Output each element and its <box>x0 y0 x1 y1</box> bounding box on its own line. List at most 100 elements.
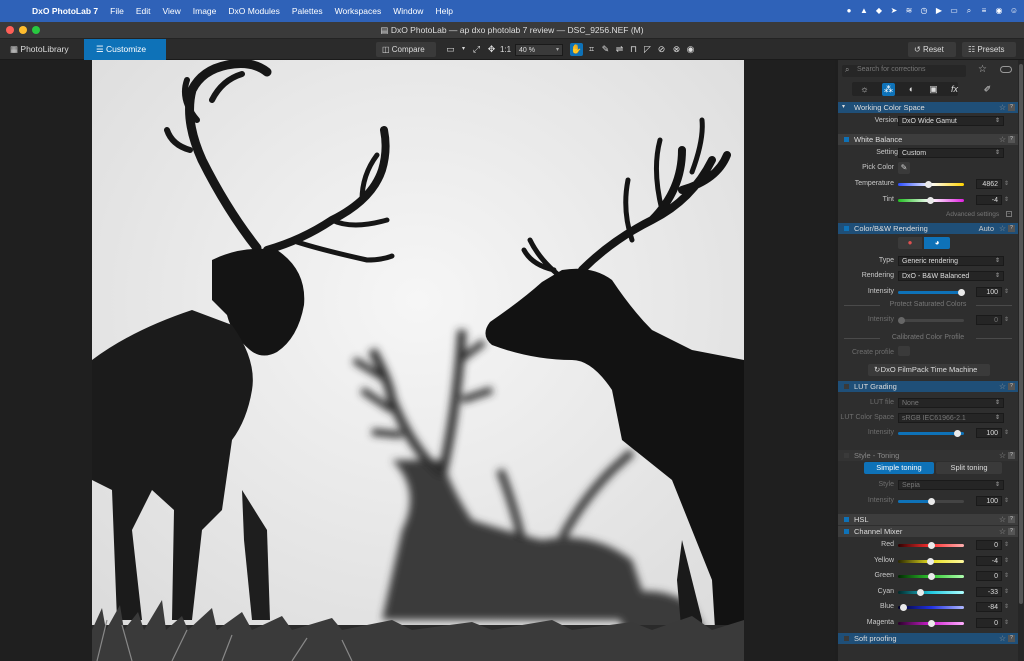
horizon-icon[interactable]: ⇌ <box>613 43 626 56</box>
drive-icon[interactable]: ▲ <box>858 5 870 17</box>
channel-value[interactable]: -4 <box>976 555 1002 566</box>
effects-icon[interactable]: fx <box>948 83 961 96</box>
search-input[interactable]: ⌕ Search for corrections <box>842 65 966 77</box>
display-mode-icon[interactable]: ▭ <box>444 43 457 56</box>
help-icon[interactable]: ? <box>1008 635 1015 642</box>
status-app-icon[interactable]: ● <box>843 5 855 17</box>
brush-icon[interactable]: ✐ <box>981 83 994 96</box>
repair-icon[interactable]: ⊘ <box>655 43 668 56</box>
help-icon[interactable]: ? <box>1008 528 1015 535</box>
menu-dxo-modules[interactable]: DxO Modules <box>222 6 286 16</box>
chevron-down-icon[interactable]: ▾ <box>457 43 470 56</box>
filmpack-time-machine-button[interactable]: ↻ DxO FilmPack Time Machine <box>868 364 990 376</box>
eyedropper-icon[interactable]: ✎ <box>898 162 910 174</box>
menu-help[interactable]: Help <box>429 6 458 16</box>
section-style-toning[interactable]: Style - Toning ☆? <box>838 450 1018 461</box>
channel-track[interactable] <box>898 590 964 594</box>
rendering-select[interactable]: DxO - B&W Balanced ⇕ <box>898 271 1004 281</box>
compare-button[interactable]: ◫ Compare <box>376 42 436 57</box>
one-to-one-button[interactable]: 1:1 <box>499 43 512 56</box>
stepper-icon[interactable]: ⇕ <box>1004 541 1009 548</box>
stepper-icon[interactable]: ⇕ <box>1004 588 1009 595</box>
shield-icon[interactable]: ◆ <box>873 5 885 17</box>
module-enabled-checkbox[interactable] <box>844 137 849 142</box>
star-icon[interactable]: ☆ <box>999 134 1006 145</box>
lut-intensity-value[interactable]: 100 <box>976 428 1002 438</box>
module-enabled-checkbox[interactable] <box>844 636 849 641</box>
stepper-icon[interactable]: ⇕ <box>1004 316 1009 323</box>
detail-icon[interactable]: ◐ <box>905 83 918 96</box>
color-mode-button[interactable]: ● <box>898 237 922 249</box>
move-icon[interactable]: ✥ <box>485 43 498 56</box>
crop-icon[interactable]: ⌗ <box>585 43 598 56</box>
stepper-icon[interactable]: ⇕ <box>1004 429 1009 436</box>
channel-slider-knob[interactable] <box>928 542 935 549</box>
protect-intensity-knob[interactable] <box>898 317 905 324</box>
channel-slider-knob[interactable] <box>928 619 935 627</box>
module-enabled-checkbox[interactable] <box>844 517 849 522</box>
star-icon[interactable]: ☆ <box>999 450 1006 461</box>
simple-toning-button[interactable]: Simple toning <box>864 462 934 474</box>
photo-canvas[interactable] <box>92 60 744 661</box>
channel-slider-knob[interactable] <box>926 557 934 565</box>
menu-workspaces[interactable]: Workspaces <box>329 6 388 16</box>
menu-view[interactable]: View <box>156 6 186 16</box>
section-hsl[interactable]: HSL ☆? <box>838 514 1018 525</box>
eyedropper-icon[interactable]: ✎ <box>599 43 612 56</box>
clock-icon[interactable]: ◷ <box>918 5 930 17</box>
section-channel-mixer[interactable]: Channel Mixer ☆? <box>838 526 1018 537</box>
stepper-icon[interactable]: ⇕ <box>1004 288 1009 295</box>
control-center-icon[interactable]: ≡ <box>978 5 990 17</box>
channel-value[interactable]: 0 <box>976 571 1002 581</box>
user-icon[interactable]: ☺ <box>1008 5 1020 17</box>
style-intensity-value[interactable]: 100 <box>976 496 1002 506</box>
fit-screen-icon[interactable]: ⤢ <box>470 43 483 56</box>
module-enabled-checkbox[interactable] <box>844 384 849 389</box>
help-icon[interactable]: ? <box>1008 452 1015 459</box>
section-white-balance[interactable]: White Balance ☆? <box>838 134 1018 145</box>
battery-icon[interactable]: ▭ <box>948 5 960 17</box>
advanced-settings-link[interactable]: Advanced settings <box>946 211 999 218</box>
tint-slider-knob[interactable] <box>926 197 934 204</box>
create-profile-toggle[interactable] <box>898 346 910 356</box>
location-icon[interactable]: ➤ <box>888 5 900 17</box>
color-icon[interactable]: ⁂ <box>882 83 895 96</box>
reset-button[interactable]: ↺ Reset <box>908 42 956 57</box>
stepper-icon[interactable]: ⇕ <box>1004 196 1009 203</box>
version-select[interactable]: DxO Wide Gamut ⇕ <box>898 116 1004 126</box>
channel-slider-knob[interactable] <box>916 588 924 596</box>
stepper-icon[interactable]: ⇕ <box>1004 572 1009 579</box>
tint-value[interactable]: -4 <box>976 195 1002 205</box>
help-icon[interactable]: ? <box>1008 136 1015 143</box>
module-enabled-checkbox[interactable] <box>844 226 849 231</box>
auto-label[interactable]: Auto <box>979 223 994 234</box>
menu-file[interactable]: File <box>104 6 130 16</box>
close-window-button[interactable] <box>6 26 14 34</box>
stepper-icon[interactable]: ⇕ <box>1004 497 1009 504</box>
zoom-select[interactable]: 40 % ▾ <box>515 44 563 56</box>
channel-value[interactable]: 0 <box>976 617 1002 628</box>
star-icon[interactable]: ☆ <box>999 381 1006 392</box>
intensity-slider-knob[interactable] <box>958 289 965 296</box>
section-color-rendering[interactable]: Color/B&W Rendering Auto ☆? <box>838 223 1018 234</box>
presets-button[interactable]: ☷ Presets <box>962 42 1016 57</box>
temperature-value[interactable]: 4862 <box>976 179 1002 189</box>
search-icon[interactable]: ⌕ <box>963 5 975 17</box>
menu-app-name[interactable]: DxO PhotoLab 7 <box>26 6 104 16</box>
zoom-window-button[interactable] <box>32 26 40 34</box>
protect-intensity-value[interactable]: 0 <box>976 315 1002 325</box>
intensity-track[interactable] <box>898 291 964 294</box>
temperature-slider-knob[interactable] <box>925 181 933 188</box>
menu-image[interactable]: Image <box>187 6 223 16</box>
tab-customize[interactable]: ☰ Customize <box>84 39 166 60</box>
favorites-star-icon[interactable]: ☆ <box>978 64 987 75</box>
star-icon[interactable]: ☆ <box>999 633 1006 644</box>
section-lut-grading[interactable]: LUT Grading ☆? <box>838 381 1018 392</box>
lut-space-select[interactable]: sRGB IEC61966-2.1 ⇕ <box>898 413 1004 423</box>
type-select[interactable]: Generic rendering ⇕ <box>898 256 1004 266</box>
lut-file-select[interactable]: None ⇕ <box>898 398 1004 408</box>
tab-photolibrary[interactable]: ▦ PhotoLibrary <box>0 39 84 60</box>
protect-intensity-track[interactable] <box>898 319 964 322</box>
channel-value[interactable]: -84 <box>976 602 1002 612</box>
play-icon[interactable]: ▶ <box>933 5 945 17</box>
